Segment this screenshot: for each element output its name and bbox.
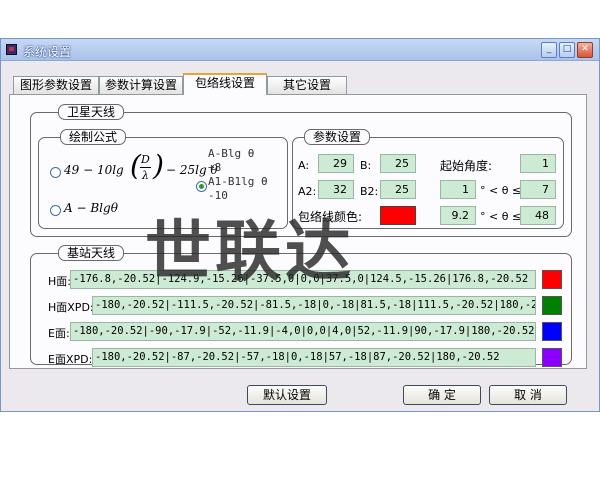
satellite-group-label: 卫星天线 (58, 104, 125, 120)
ok-button[interactable]: 确 定 (403, 385, 481, 405)
close-icon[interactable]: ✕ (577, 42, 593, 58)
formula-radio-2[interactable] (196, 181, 207, 192)
formula-1-paren-close: ) (153, 149, 164, 182)
e-plane-xpd-color-swatch[interactable] (542, 348, 562, 367)
e-plane-input[interactable]: -180,-20.52|-90,-17.9|-52,-11.9|-4,0|0,0… (70, 322, 536, 341)
range2-high-input[interactable]: 48 (520, 206, 556, 225)
default-settings-button[interactable]: 默认设置 (247, 385, 327, 405)
range1-high-input[interactable]: 7 (520, 180, 556, 199)
range1-low-input[interactable]: 1 (440, 180, 476, 199)
window-title: 系统设置 (23, 45, 72, 59)
formula-1-prefix: 49 − 10lg (64, 163, 124, 177)
start-angle-input[interactable]: 1 (520, 154, 556, 173)
formula-1-denominator: λ (142, 169, 149, 182)
app-icon (6, 44, 17, 55)
formula-radio-3[interactable] (50, 205, 61, 216)
tab-graphic-params[interactable]: 图形参数设置 (13, 76, 99, 94)
envelope-color-swatch[interactable] (380, 206, 416, 225)
formula-2-line1: A-Blg θ (208, 147, 255, 160)
param-a2-label: A2: (298, 185, 317, 198)
e-plane-label: E面: (48, 327, 70, 340)
maximize-icon[interactable]: □ (559, 42, 575, 58)
start-angle-label: 起始角度: (440, 159, 493, 173)
cancel-button[interactable]: 取 消 (489, 385, 567, 405)
tab-calc-params[interactable]: 参数计算设置 (99, 76, 183, 94)
fraction-bar (140, 167, 151, 168)
param-a-input[interactable]: 29 (318, 154, 354, 173)
formula-1-numerator: D (141, 153, 150, 166)
h-plane-label: H面: (48, 275, 71, 288)
params-group-label: 参数设置 (304, 129, 371, 145)
tab-envelope[interactable]: 包络线设置 (183, 73, 267, 95)
param-b-input[interactable]: 25 (380, 154, 416, 173)
e-plane-color-swatch[interactable] (542, 322, 562, 341)
base-station-group-label: 基站天线 (58, 245, 125, 261)
formula-1-paren-open: ( (130, 149, 141, 182)
h-plane-xpd-color-swatch[interactable] (542, 296, 562, 315)
watermark: 世联达 (145, 213, 355, 290)
range1-operator: ° < θ ≤ (480, 184, 522, 197)
h-plane-xpd-label: H面XPD: (48, 301, 94, 314)
tab-other[interactable]: 其它设置 (267, 76, 347, 94)
formula-radio-1[interactable] (50, 167, 61, 178)
range2-low-input[interactable]: 9.2 (440, 206, 476, 225)
param-b2-input[interactable]: 25 (380, 180, 416, 199)
e-plane-xpd-label: E面XPD: (48, 353, 93, 366)
param-a-label: A: (298, 159, 310, 172)
param-a2-input[interactable]: 32 (318, 180, 354, 199)
formula-group-label: 绘制公式 (60, 129, 127, 145)
title-bar[interactable]: 系统设置 _ □ ✕ (1, 39, 599, 61)
param-b-label: B: (360, 159, 372, 172)
formula-3-line1: A1-B1lg θ (208, 175, 268, 188)
e-plane-xpd-input[interactable]: -180,-20.52|-87,-20.52|-57,-18|0,-18|57,… (92, 348, 536, 367)
formula-2-line2: +8 (208, 161, 222, 174)
formula-4-text: A − Blgθ (64, 201, 118, 215)
minimize-icon[interactable]: _ (541, 42, 557, 58)
range2-operator: ° < θ ≤ (480, 210, 522, 223)
param-b2-label: B2: (360, 185, 379, 198)
h-plane-color-swatch[interactable] (542, 270, 562, 289)
h-plane-xpd-input[interactable]: -180,-20.52|-111.5,-20.52|-81.5,-18|0,-1… (92, 296, 536, 315)
